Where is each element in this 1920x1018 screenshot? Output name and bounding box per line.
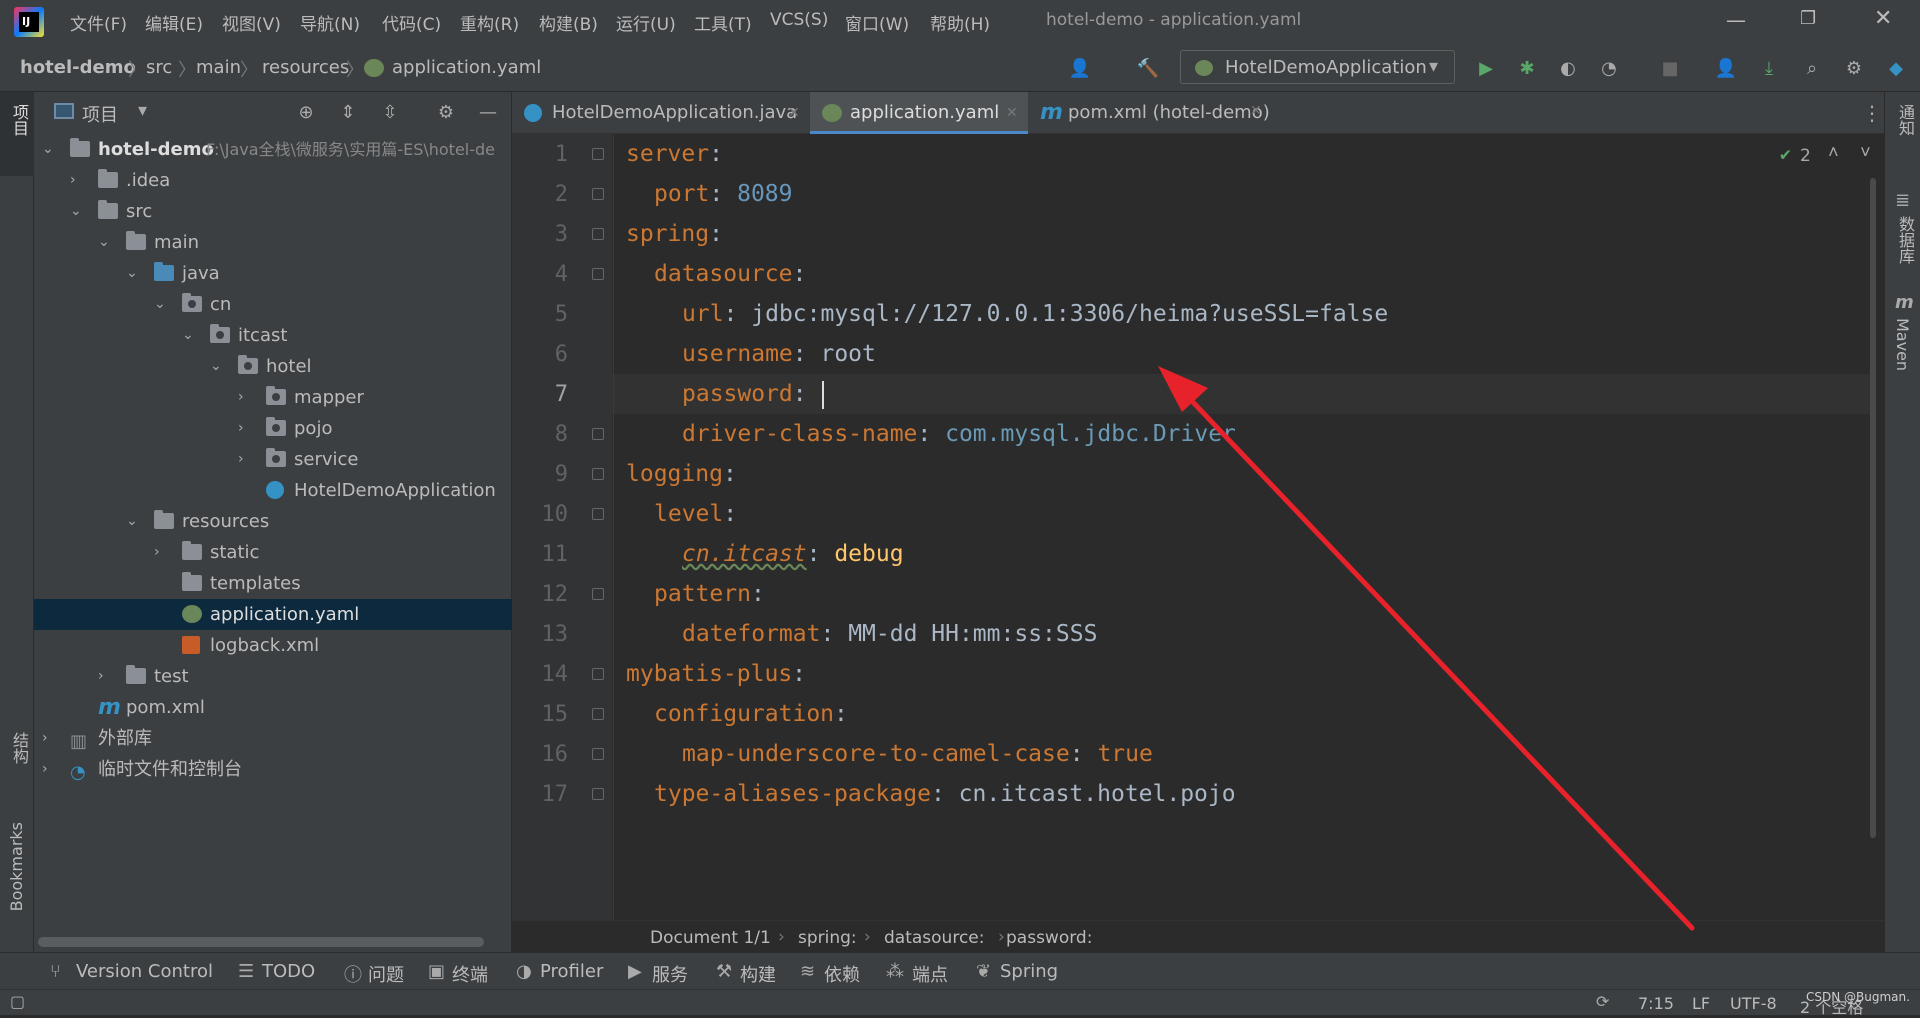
annotation-arrow: [1158, 366, 1695, 931]
arrow-shaft: [1169, 377, 1695, 931]
arrow-head: [1158, 366, 1208, 412]
